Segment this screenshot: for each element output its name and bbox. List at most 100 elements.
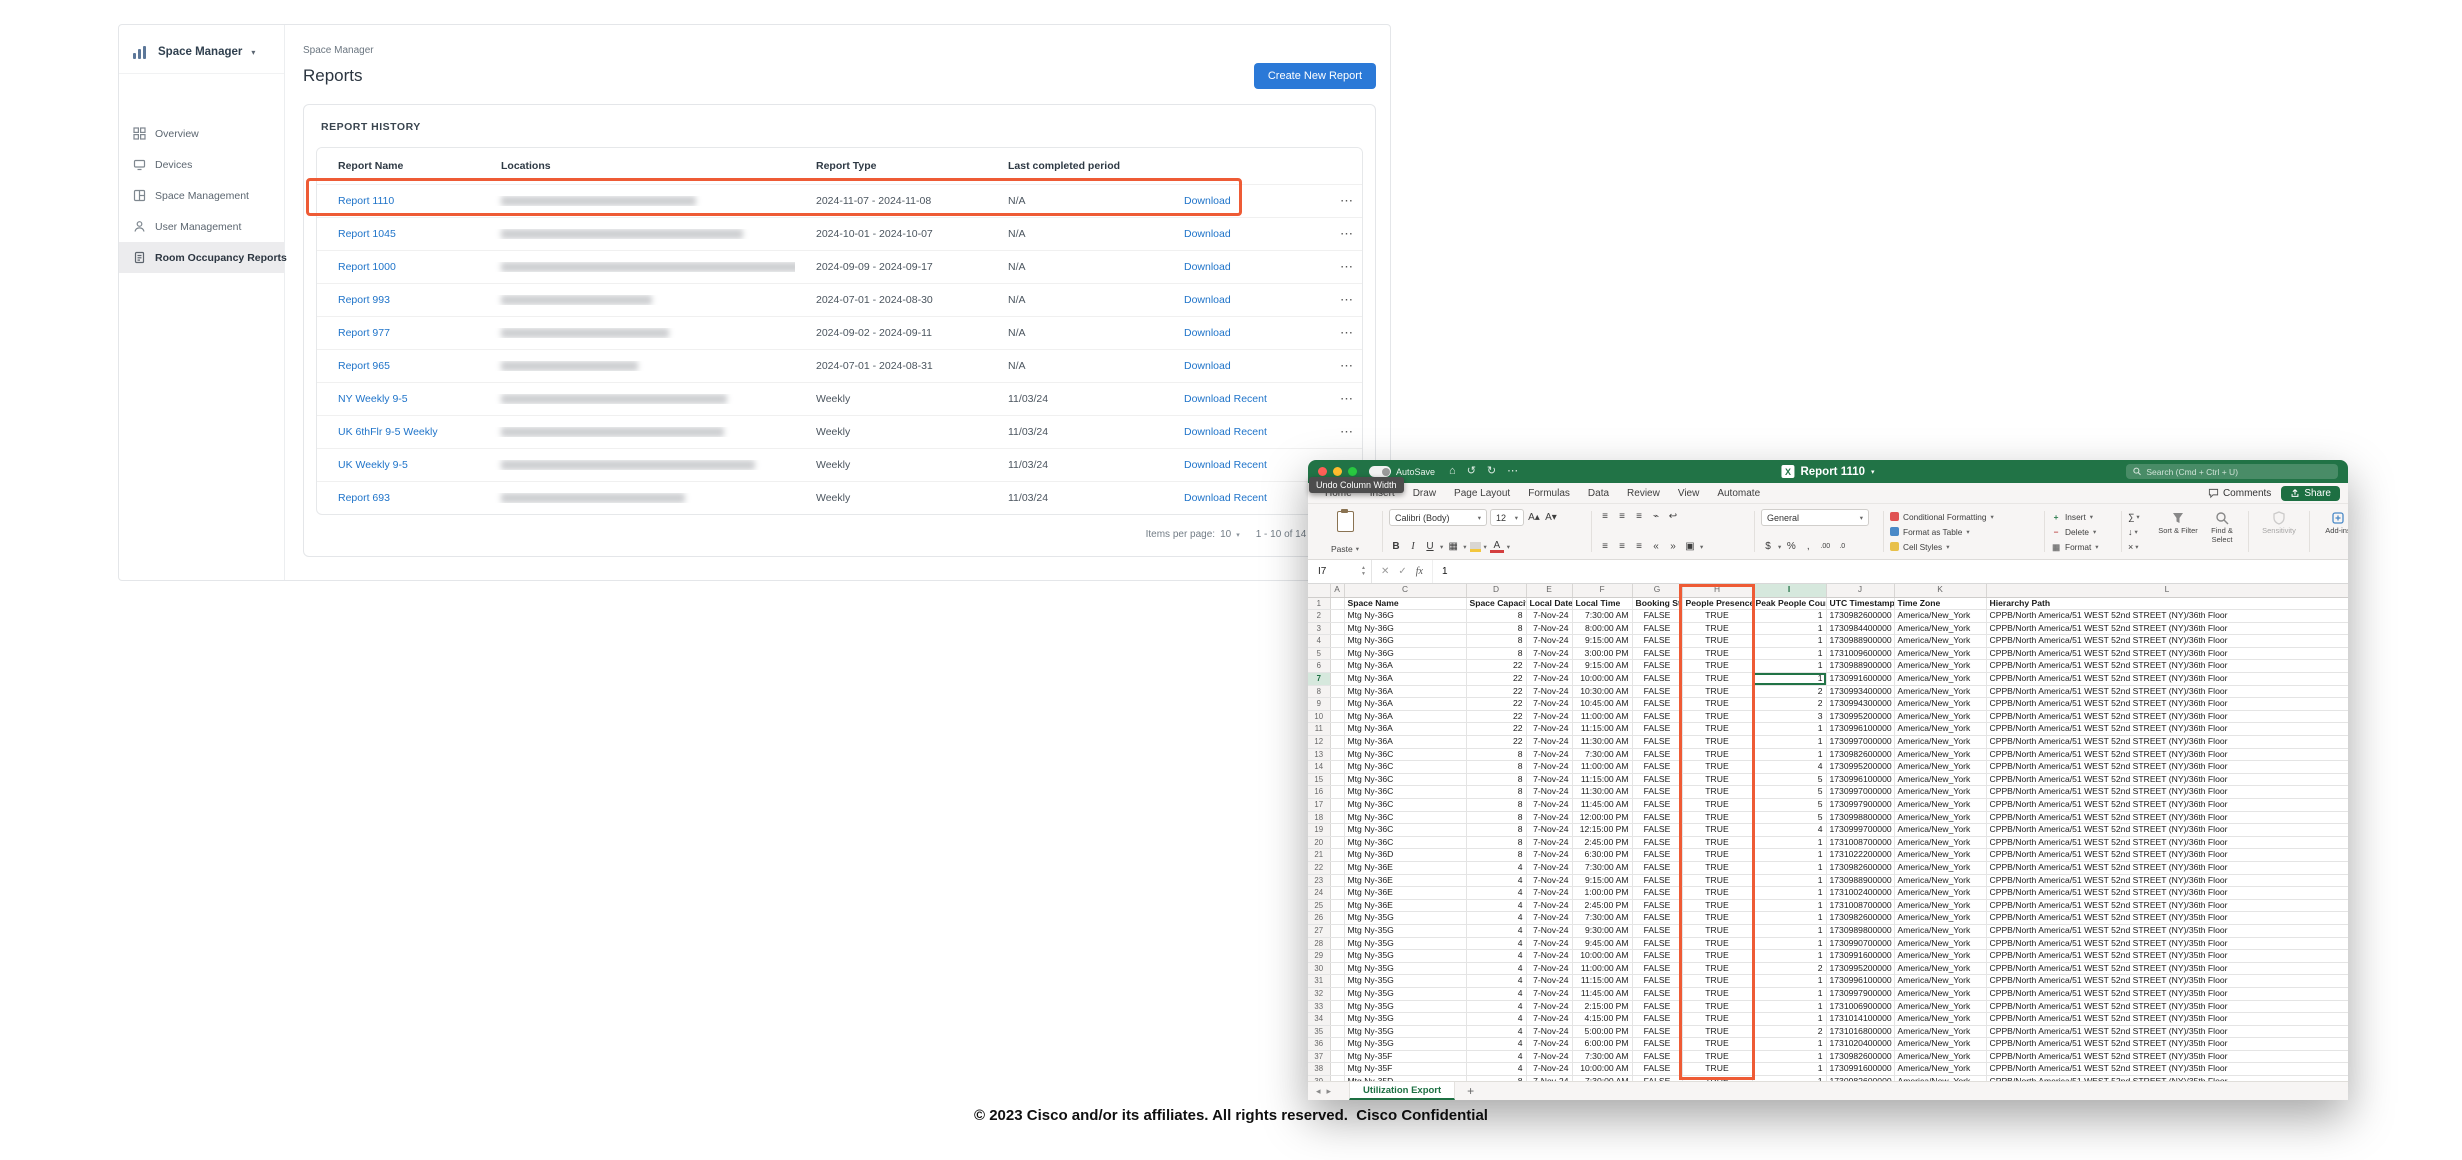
cell-K36[interactable]: America/New_York <box>1894 1038 1986 1051</box>
cell-C3[interactable]: Mtg Ny-36G <box>1344 622 1466 635</box>
cell-J2[interactable]: 1730982600000 <box>1826 610 1894 623</box>
cell-K3[interactable]: America/New_York <box>1894 622 1986 635</box>
row-number-35[interactable]: 35 <box>1308 1025 1330 1038</box>
row-menu-button[interactable]: ⋯ <box>1319 226 1362 242</box>
insert-function-icon[interactable]: fx <box>1416 566 1423 577</box>
cell-G37[interactable]: FALSE <box>1632 1050 1682 1063</box>
cell-C7[interactable]: Mtg Ny-36A <box>1344 673 1466 686</box>
cell-I10[interactable]: 3 <box>1752 710 1826 723</box>
cell-C39[interactable]: Mtg Ny-35D <box>1344 1076 1466 1081</box>
cell-A14[interactable] <box>1330 761 1344 774</box>
cell-L13[interactable]: CPPB/North America/51 WEST 52nd STREET (… <box>1986 748 2348 761</box>
report-name-link[interactable]: Report 993 <box>338 294 390 306</box>
cell-C37[interactable]: Mtg Ny-35F <box>1344 1050 1466 1063</box>
align-right-icon[interactable]: ≡ <box>1632 539 1646 554</box>
cell-K10[interactable]: America/New_York <box>1894 710 1986 723</box>
cell-E21[interactable]: 7-Nov-24 <box>1526 849 1572 862</box>
cell-G8[interactable]: FALSE <box>1632 685 1682 698</box>
cell-C28[interactable]: Mtg Ny-35G <box>1344 937 1466 950</box>
cell-C33[interactable]: Mtg Ny-35G <box>1344 1000 1466 1013</box>
cell-L30[interactable]: CPPB/North America/51 WEST 52nd STREET (… <box>1986 962 2348 975</box>
cell-L28[interactable]: CPPB/North America/51 WEST 52nd STREET (… <box>1986 937 2348 950</box>
cell-J7[interactable]: 1730991600000 <box>1826 673 1894 686</box>
cell-G34[interactable]: FALSE <box>1632 1013 1682 1026</box>
cell-C12[interactable]: Mtg Ny-36A <box>1344 736 1466 749</box>
cell-J11[interactable]: 1730996100000 <box>1826 723 1894 736</box>
row-number-33[interactable]: 33 <box>1308 1000 1330 1013</box>
row-number-36[interactable]: 36 <box>1308 1038 1330 1051</box>
cell-J33[interactable]: 1731006900000 <box>1826 1000 1894 1013</box>
cell-D10[interactable]: 22 <box>1466 710 1526 723</box>
cell-E37[interactable]: 7-Nov-24 <box>1526 1050 1572 1063</box>
cell-H7[interactable]: TRUE <box>1682 673 1752 686</box>
cell-C13[interactable]: Mtg Ny-36C <box>1344 748 1466 761</box>
cell-L36[interactable]: CPPB/North America/51 WEST 52nd STREET (… <box>1986 1038 2348 1051</box>
font-name-select[interactable]: Calibri (Body)▾ <box>1389 509 1487 526</box>
cell-F8[interactable]: 10:30:00 AM <box>1572 685 1632 698</box>
align-left-icon[interactable]: ≡ <box>1598 539 1612 554</box>
cell-C22[interactable]: Mtg Ny-36E <box>1344 861 1466 874</box>
cell-A36[interactable] <box>1330 1038 1344 1051</box>
cell-E11[interactable]: 7-Nov-24 <box>1526 723 1572 736</box>
cell-C8[interactable]: Mtg Ny-36A <box>1344 685 1466 698</box>
cell-I25[interactable]: 1 <box>1752 899 1826 912</box>
cell-F35[interactable]: 5:00:00 PM <box>1572 1025 1632 1038</box>
cell-K9[interactable]: America/New_York <box>1894 698 1986 711</box>
comma-format-icon[interactable]: , <box>1801 539 1815 554</box>
more-commands-icon[interactable]: ⋯ <box>1507 466 1518 477</box>
cell-C11[interactable]: Mtg Ny-36A <box>1344 723 1466 736</box>
cell-L9[interactable]: CPPB/North America/51 WEST 52nd STREET (… <box>1986 698 2348 711</box>
cell-C4[interactable]: Mtg Ny-36G <box>1344 635 1466 648</box>
cell-K23[interactable]: America/New_York <box>1894 874 1986 887</box>
search-input[interactable] <box>2146 467 2331 477</box>
row-number-31[interactable]: 31 <box>1308 975 1330 988</box>
cell-A15[interactable] <box>1330 773 1344 786</box>
cell-H27[interactable]: TRUE <box>1682 924 1752 937</box>
row-number-39[interactable]: 39 <box>1308 1076 1330 1081</box>
cell-C19[interactable]: Mtg Ny-36C <box>1344 824 1466 837</box>
row-number-34[interactable]: 34 <box>1308 1013 1330 1026</box>
cell-I35[interactable]: 2 <box>1752 1025 1826 1038</box>
cell-A6[interactable] <box>1330 660 1344 673</box>
row-number-11[interactable]: 11 <box>1308 723 1330 736</box>
cell-A4[interactable] <box>1330 635 1344 648</box>
cell-K2[interactable]: America/New_York <box>1894 610 1986 623</box>
cell-G6[interactable]: FALSE <box>1632 660 1682 673</box>
workspace-switcher[interactable]: Space Manager ▾ <box>119 39 284 74</box>
cell-I39[interactable]: 1 <box>1752 1076 1826 1081</box>
decrease-decimal-icon[interactable]: .0 <box>1835 539 1849 554</box>
cell-H6[interactable]: TRUE <box>1682 660 1752 673</box>
cell-C35[interactable]: Mtg Ny-35G <box>1344 1025 1466 1038</box>
cell-K6[interactable]: America/New_York <box>1894 660 1986 673</box>
cell-H4[interactable]: TRUE <box>1682 635 1752 648</box>
cell-G28[interactable]: FALSE <box>1632 937 1682 950</box>
cell-A39[interactable] <box>1330 1076 1344 1081</box>
cell-I8[interactable]: 2 <box>1752 685 1826 698</box>
cell-H15[interactable]: TRUE <box>1682 773 1752 786</box>
cell-D19[interactable]: 8 <box>1466 824 1526 837</box>
row-number-29[interactable]: 29 <box>1308 950 1330 963</box>
cell-I12[interactable]: 1 <box>1752 736 1826 749</box>
row-menu-button[interactable]: ⋯ <box>1319 292 1362 308</box>
cell-L6[interactable]: CPPB/North America/51 WEST 52nd STREET (… <box>1986 660 2348 673</box>
cell-F37[interactable]: 7:30:00 AM <box>1572 1050 1632 1063</box>
cell-J38[interactable]: 1730991600000 <box>1826 1063 1894 1076</box>
cell-C5[interactable]: Mtg Ny-36G <box>1344 647 1466 660</box>
document-title-menu[interactable]: X Report 1110 ▾ <box>1781 465 1874 478</box>
cell-C30[interactable]: Mtg Ny-35G <box>1344 962 1466 975</box>
ribbon-tab-view[interactable]: View <box>1669 488 1709 499</box>
row-number-38[interactable]: 38 <box>1308 1063 1330 1076</box>
name-box-steppers[interactable]: ▲▼ <box>1361 566 1366 577</box>
search-field[interactable] <box>2126 464 2338 479</box>
cell-H17[interactable]: TRUE <box>1682 799 1752 812</box>
cell-H12[interactable]: TRUE <box>1682 736 1752 749</box>
cell-L5[interactable]: CPPB/North America/51 WEST 52nd STREET (… <box>1986 647 2348 660</box>
cell-D1[interactable]: Space Capacity <box>1466 597 1526 610</box>
row-menu-button[interactable]: ⋯ <box>1319 358 1362 374</box>
cell-E7[interactable]: 7-Nov-24 <box>1526 673 1572 686</box>
cell-I20[interactable]: 1 <box>1752 836 1826 849</box>
cell-H23[interactable]: TRUE <box>1682 874 1752 887</box>
cell-K19[interactable]: America/New_York <box>1894 824 1986 837</box>
cell-I11[interactable]: 1 <box>1752 723 1826 736</box>
cell-D5[interactable]: 8 <box>1466 647 1526 660</box>
